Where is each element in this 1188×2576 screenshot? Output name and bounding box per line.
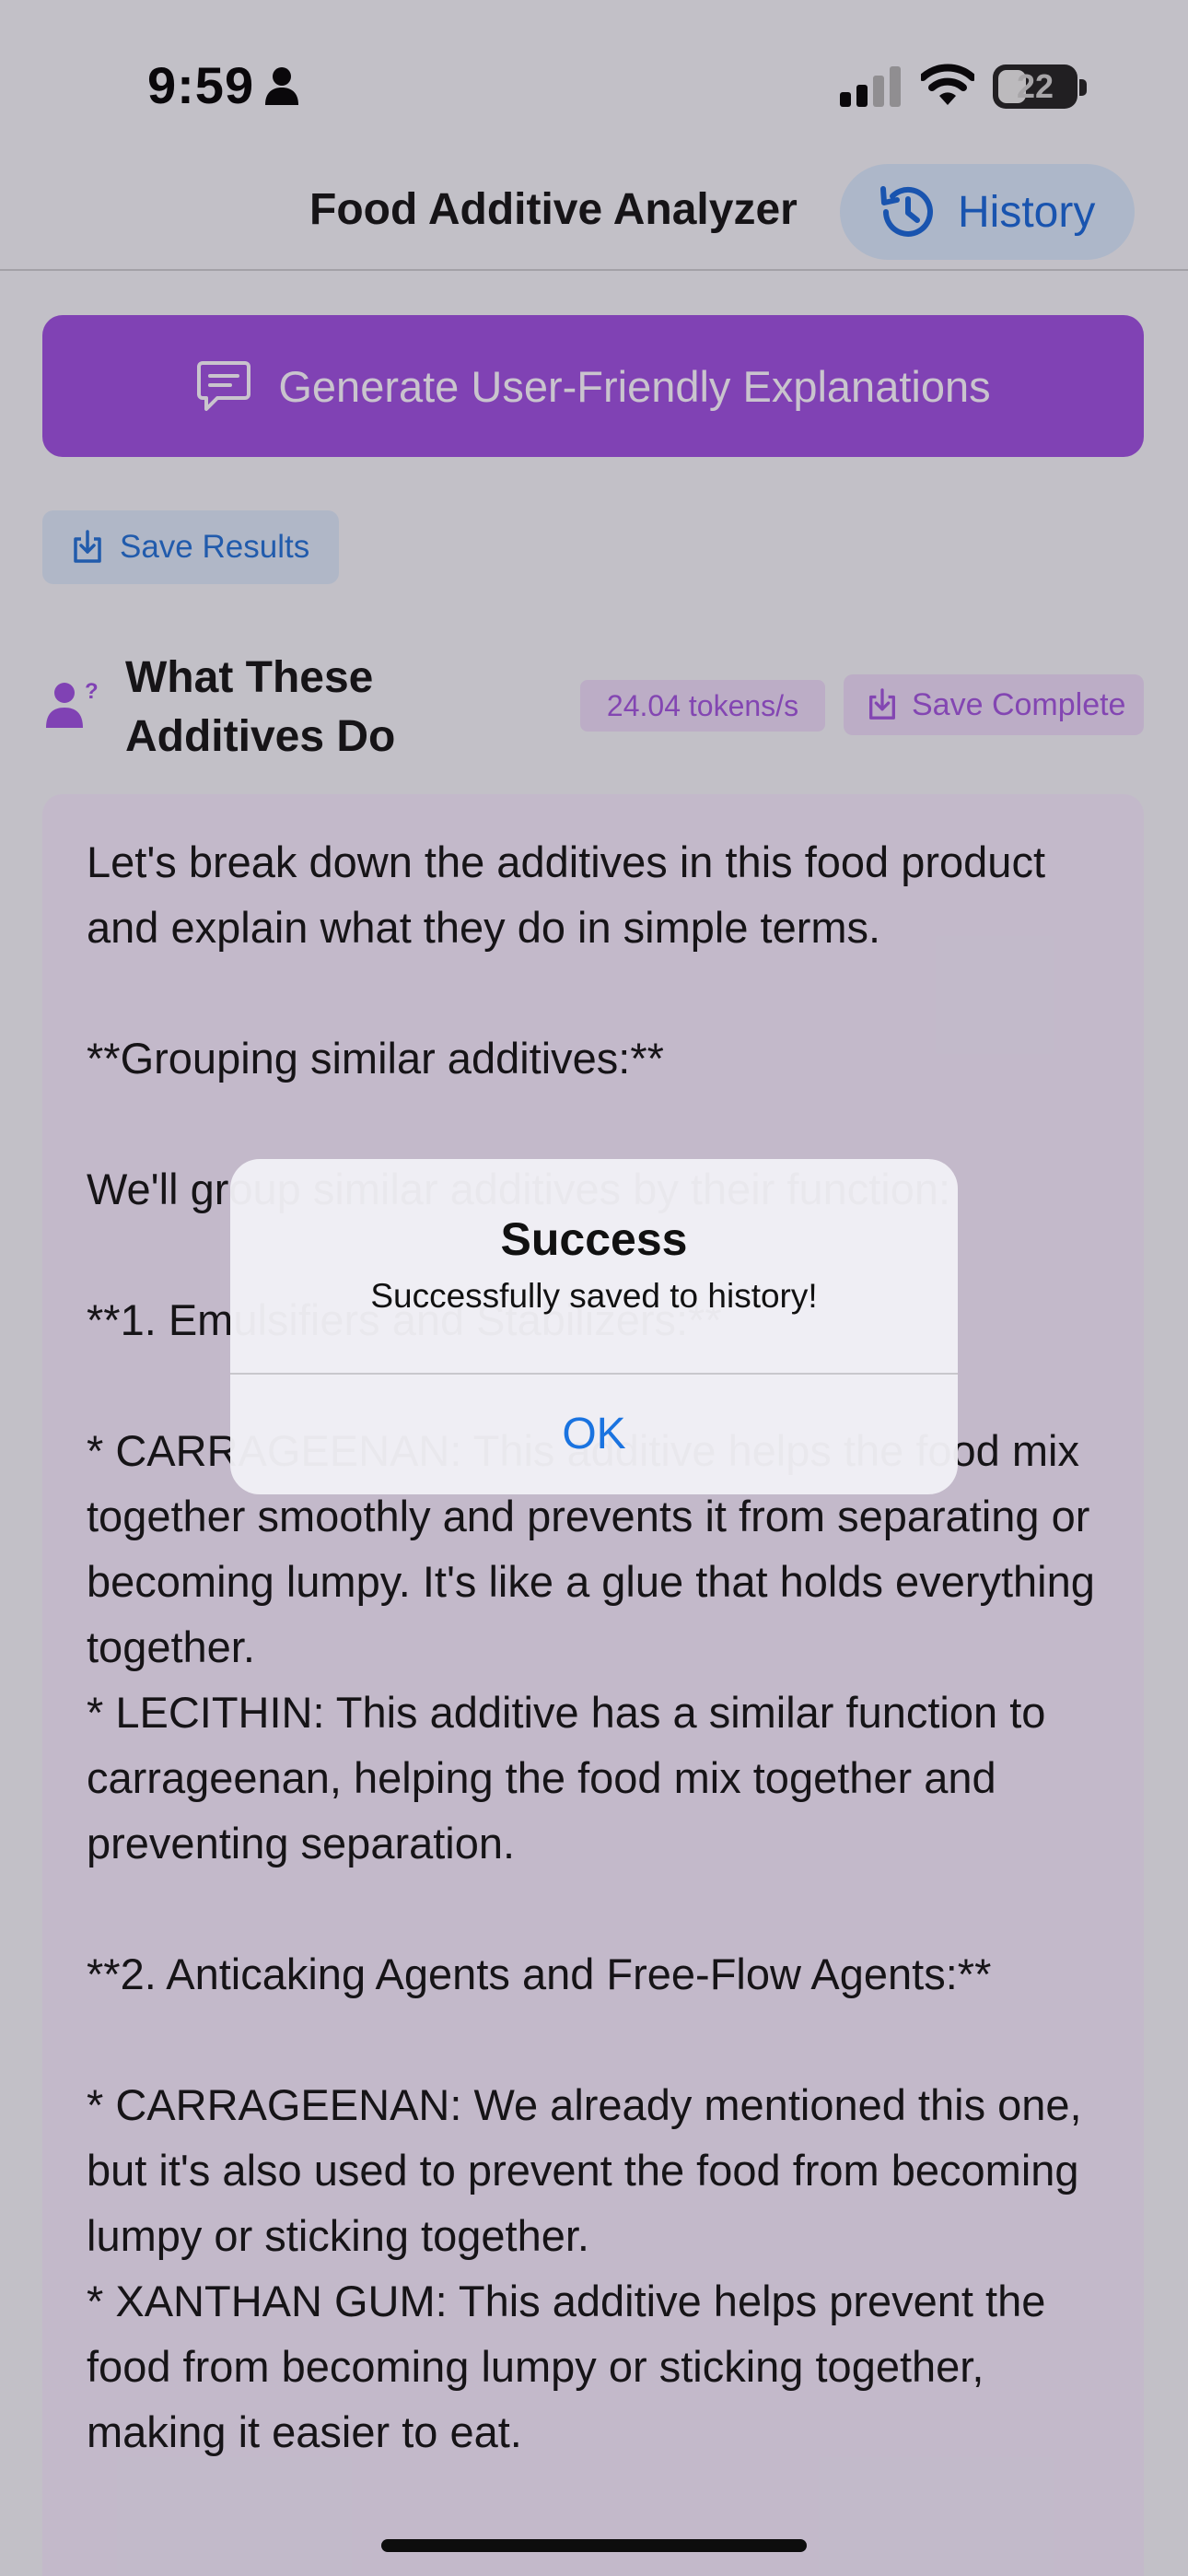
home-indicator[interactable] [381,2539,807,2552]
alert-ok-button[interactable]: OK [230,1375,958,1494]
alert-message: Successfully saved to history! [370,1277,818,1315]
alert-title: Success [500,1213,688,1265]
success-alert: Success Successfully saved to history! O… [230,1159,958,1494]
